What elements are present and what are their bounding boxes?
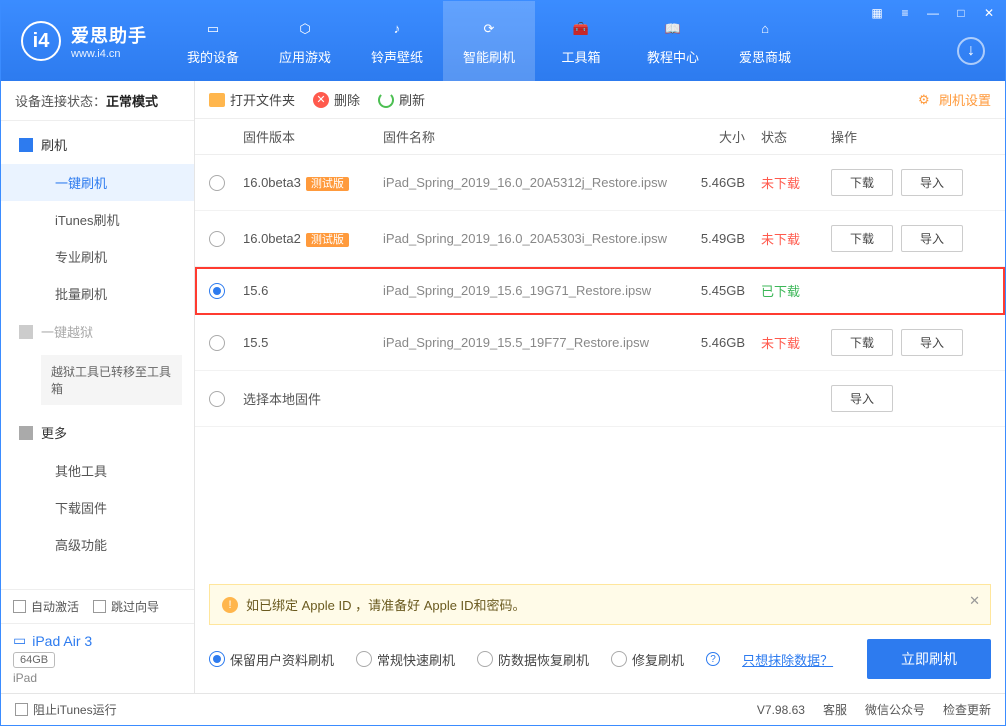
sidebar-group-jailbreak[interactable]: 一键越狱 — [1, 312, 194, 351]
jailbreak-note: 越狱工具已转移至工具箱 — [41, 355, 182, 405]
warning-icon: ! — [222, 597, 238, 613]
download-button[interactable]: 下载 — [831, 225, 893, 252]
app-header: i4 爱思助手 www.i4.cn ▭我的设备 ⬡应用游戏 ♪铃声壁纸 ⟳智能刷… — [1, 1, 1005, 81]
flash-settings-button[interactable]: ⚙刷机设置 — [918, 90, 991, 109]
close-icon[interactable]: ✕ — [979, 5, 999, 21]
flash-now-button[interactable]: 立即刷机 — [867, 639, 991, 679]
option-keep-data[interactable]: 保留用户资料刷机 — [209, 650, 334, 669]
device-info[interactable]: ▭iPad Air 3 64GB iPad — [1, 623, 194, 693]
device-type: iPad — [13, 671, 182, 685]
footer-service[interactable]: 客服 — [823, 701, 847, 718]
nav-store[interactable]: ⌂爱思商城 — [719, 1, 811, 81]
footer-wechat[interactable]: 微信公众号 — [865, 701, 925, 718]
row-radio[interactable] — [209, 335, 225, 351]
table-row[interactable]: 16.0beta3测试版iPad_Spring_2019_16.0_20A531… — [195, 155, 1005, 211]
nav-apps[interactable]: ⬡应用游戏 — [259, 1, 351, 81]
delete-icon: ✕ — [313, 92, 329, 108]
auto-activate-checkbox[interactable]: 自动激活 — [13, 598, 79, 615]
table-row-local[interactable]: 选择本地固件导入 — [195, 371, 1005, 427]
version-label: V7.98.63 — [757, 703, 805, 717]
device-status: 设备连接状态：正常模式 — [1, 81, 194, 121]
nav-flash[interactable]: ⟳智能刷机 — [443, 1, 535, 81]
refresh-icon — [378, 92, 394, 108]
row-radio[interactable] — [209, 231, 225, 247]
music-icon: ♪ — [385, 17, 409, 41]
table-row[interactable]: 15.6iPad_Spring_2019_15.6_19G71_Restore.… — [195, 267, 1005, 315]
folder-icon — [209, 93, 225, 107]
grid-icon[interactable]: ▦ — [867, 5, 887, 21]
apps-icon: ⬡ — [293, 17, 317, 41]
sidebar-item-advanced[interactable]: 高级功能 — [1, 526, 194, 563]
import-button[interactable]: 导入 — [901, 225, 963, 252]
row-radio[interactable] — [209, 391, 225, 407]
footer: 阻止iTunes运行 V7.98.63 客服 微信公众号 检查更新 — [1, 693, 1005, 725]
sidebar-item-oneclick[interactable]: 一键刷机 — [1, 164, 194, 201]
download-button[interactable]: 下载 — [831, 169, 893, 196]
app-url: www.i4.cn — [71, 48, 147, 60]
import-button[interactable]: 导入 — [901, 329, 963, 356]
download-manager-icon[interactable]: ↓ — [957, 37, 985, 65]
table-row[interactable]: 15.5iPad_Spring_2019_15.5_19F77_Restore.… — [195, 315, 1005, 371]
app-title: 爱思助手 — [71, 22, 147, 48]
square-icon — [19, 138, 33, 152]
sidebar-item-download-fw[interactable]: 下载固件 — [1, 489, 194, 526]
refresh-icon: ⟳ — [477, 17, 501, 41]
option-anti-recovery[interactable]: 防数据恢复刷机 — [477, 650, 589, 669]
beta-badge: 测试版 — [306, 177, 349, 191]
action-bar: 保留用户资料刷机 常规快速刷机 防数据恢复刷机 修复刷机 ? 只想抹除数据？ 立… — [195, 625, 1005, 693]
row-radio[interactable] — [209, 283, 225, 299]
maximize-icon[interactable]: □ — [951, 5, 971, 21]
beta-badge: 测试版 — [306, 233, 349, 247]
sidebar-item-itunes[interactable]: iTunes刷机 — [1, 201, 194, 238]
refresh-button[interactable]: 刷新 — [378, 90, 425, 109]
logo-area: i4 爱思助手 www.i4.cn — [1, 21, 167, 61]
nav-ringtones[interactable]: ♪铃声壁纸 — [351, 1, 443, 81]
gear-icon: ⚙ — [918, 92, 934, 108]
nav-my-device[interactable]: ▭我的设备 — [167, 1, 259, 81]
sidebar-item-batch[interactable]: 批量刷机 — [1, 275, 194, 312]
help-icon[interactable]: ? — [706, 652, 720, 666]
option-normal[interactable]: 常规快速刷机 — [356, 650, 455, 669]
row-radio[interactable] — [209, 175, 225, 191]
sidebar-group-flash[interactable]: 刷机 — [1, 125, 194, 164]
tablet-icon: ▭ — [13, 632, 26, 649]
sidebar-item-pro[interactable]: 专业刷机 — [1, 238, 194, 275]
delete-button[interactable]: ✕删除 — [313, 90, 360, 109]
block-itunes-checkbox[interactable]: 阻止iTunes运行 — [15, 701, 117, 718]
window-controls: ▦ ≡ — □ ✕ — [867, 5, 999, 21]
list-icon[interactable]: ≡ — [895, 5, 915, 21]
table-row[interactable]: 16.0beta2测试版iPad_Spring_2019_16.0_20A530… — [195, 211, 1005, 267]
main-panel: 打开文件夹 ✕删除 刷新 ⚙刷机设置 固件版本 固件名称 大小 状态 操作 16… — [195, 81, 1005, 693]
phone-icon: ▭ — [201, 17, 225, 41]
import-button[interactable]: 导入 — [831, 385, 893, 412]
sidebar-group-more[interactable]: 更多 — [1, 413, 194, 452]
import-button[interactable]: 导入 — [901, 169, 963, 196]
sidebar-item-other[interactable]: 其他工具 — [1, 452, 194, 489]
nav-toolbox[interactable]: 🧰工具箱 — [535, 1, 627, 81]
open-folder-button[interactable]: 打开文件夹 — [209, 90, 295, 109]
warning-close-icon[interactable]: ✕ — [969, 593, 980, 609]
minimize-icon[interactable]: — — [923, 5, 943, 21]
sidebar: 设备连接状态：正常模式 刷机 一键刷机 iTunes刷机 专业刷机 批量刷机 一… — [1, 81, 195, 693]
book-icon: 📖 — [661, 17, 685, 41]
footer-check-update[interactable]: 检查更新 — [943, 701, 991, 718]
option-repair[interactable]: 修复刷机 — [611, 650, 684, 669]
skip-guide-checkbox[interactable]: 跳过向导 — [93, 598, 159, 615]
table-header: 固件版本 固件名称 大小 状态 操作 — [195, 119, 1005, 155]
download-button[interactable]: 下载 — [831, 329, 893, 356]
store-icon: ⌂ — [753, 17, 777, 41]
firmware-table: 16.0beta3测试版iPad_Spring_2019_16.0_20A531… — [195, 155, 1005, 584]
erase-link[interactable]: 只想抹除数据？ — [742, 650, 833, 669]
warning-bar: ! 如已绑定 Apple ID ，请准备好 Apple ID和密码。 ✕ — [209, 584, 991, 625]
toolbar: 打开文件夹 ✕删除 刷新 ⚙刷机设置 — [195, 81, 1005, 119]
toolbox-icon: 🧰 — [569, 17, 593, 41]
nav-tutorials[interactable]: 📖教程中心 — [627, 1, 719, 81]
logo-icon: i4 — [21, 21, 61, 61]
top-nav: ▭我的设备 ⬡应用游戏 ♪铃声壁纸 ⟳智能刷机 🧰工具箱 📖教程中心 ⌂爱思商城 — [167, 1, 811, 81]
lock-icon — [19, 325, 33, 339]
capacity-badge: 64GB — [13, 652, 55, 668]
more-icon — [19, 426, 33, 440]
